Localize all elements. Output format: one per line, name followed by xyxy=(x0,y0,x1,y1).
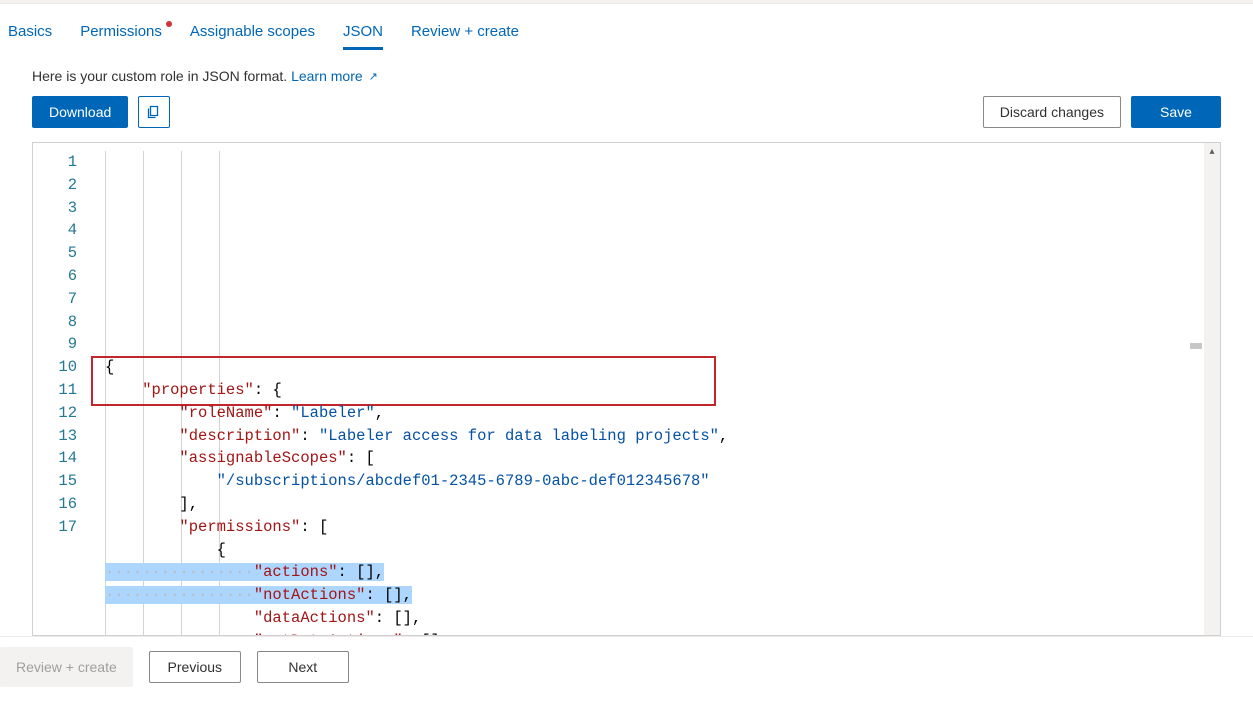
code-line[interactable]: ], xyxy=(91,493,1220,516)
code-line[interactable]: "description": "Labeler access for data … xyxy=(91,425,1220,448)
minimap-position-icon xyxy=(1190,343,1202,349)
code-area[interactable]: { "properties": { "roleName": "Labeler",… xyxy=(91,143,1220,635)
external-link-icon: ↗ xyxy=(369,71,378,83)
tab-assignable-scopes[interactable]: Assignable scopes xyxy=(190,11,315,50)
tab-json[interactable]: JSON xyxy=(343,11,383,50)
code-line[interactable]: "dataActions": [], xyxy=(91,607,1220,630)
discard-changes-button[interactable]: Discard changes xyxy=(983,96,1121,128)
tab-bar: Basics Permissions Assignable scopes JSO… xyxy=(0,4,1253,50)
code-line[interactable]: "permissions": [ xyxy=(91,516,1220,539)
line-number: 7 xyxy=(33,288,77,311)
line-number: 2 xyxy=(33,174,77,197)
line-number: 9 xyxy=(33,333,77,356)
intro-text: Here is your custom role in JSON format.… xyxy=(0,50,1253,96)
code-line[interactable]: "assignableScopes": [ xyxy=(91,447,1220,470)
line-number: 17 xyxy=(33,516,77,539)
line-number: 13 xyxy=(33,425,77,448)
wizard-footer: Review + create Previous Next xyxy=(0,636,1253,697)
line-number: 10 xyxy=(33,356,77,379)
line-number: 4 xyxy=(33,219,77,242)
line-number: 5 xyxy=(33,242,77,265)
next-button[interactable]: Next xyxy=(257,651,349,683)
line-number: 16 xyxy=(33,493,77,516)
dirty-indicator-icon xyxy=(166,21,172,27)
download-button[interactable]: Download xyxy=(32,96,128,128)
review-create-button[interactable]: Review + create xyxy=(0,647,133,687)
scroll-up-icon[interactable]: ▴ xyxy=(1204,143,1220,159)
line-number: 12 xyxy=(33,402,77,425)
code-line[interactable]: "notDataActions": [] xyxy=(91,630,1220,635)
line-number: 6 xyxy=(33,265,77,288)
line-number: 1 xyxy=(33,151,77,174)
learn-more-link[interactable]: Learn more ↗ xyxy=(291,68,378,84)
tab-basics[interactable]: Basics xyxy=(8,11,52,50)
line-number: 8 xyxy=(33,311,77,334)
tab-review-create[interactable]: Review + create xyxy=(411,11,519,50)
code-line[interactable]: ················"notActions": [], xyxy=(91,584,1220,607)
save-button[interactable]: Save xyxy=(1131,96,1221,128)
code-line[interactable]: "roleName": "Labeler", xyxy=(91,402,1220,425)
line-number: 3 xyxy=(33,197,77,220)
editor-vertical-scrollbar[interactable]: ▴ xyxy=(1204,143,1220,635)
line-number: 15 xyxy=(33,470,77,493)
code-line[interactable]: ················"actions": [], xyxy=(91,561,1220,584)
json-editor[interactable]: 1234567891011121314151617 { "properties"… xyxy=(32,142,1221,636)
copy-icon xyxy=(146,104,162,120)
code-line[interactable]: { xyxy=(91,539,1220,562)
line-number: 14 xyxy=(33,447,77,470)
line-number-gutter: 1234567891011121314151617 xyxy=(33,143,91,635)
code-line[interactable]: "/subscriptions/abcdef01-2345-6789-0abc-… xyxy=(91,470,1220,493)
previous-button[interactable]: Previous xyxy=(149,651,241,683)
code-line[interactable]: "properties": { xyxy=(91,379,1220,402)
json-toolbar: Download Discard changes Save xyxy=(0,96,1253,142)
line-number: 11 xyxy=(33,379,77,402)
tab-permissions[interactable]: Permissions xyxy=(80,11,162,50)
code-line[interactable]: { xyxy=(91,356,1220,379)
copy-button[interactable] xyxy=(138,96,170,128)
